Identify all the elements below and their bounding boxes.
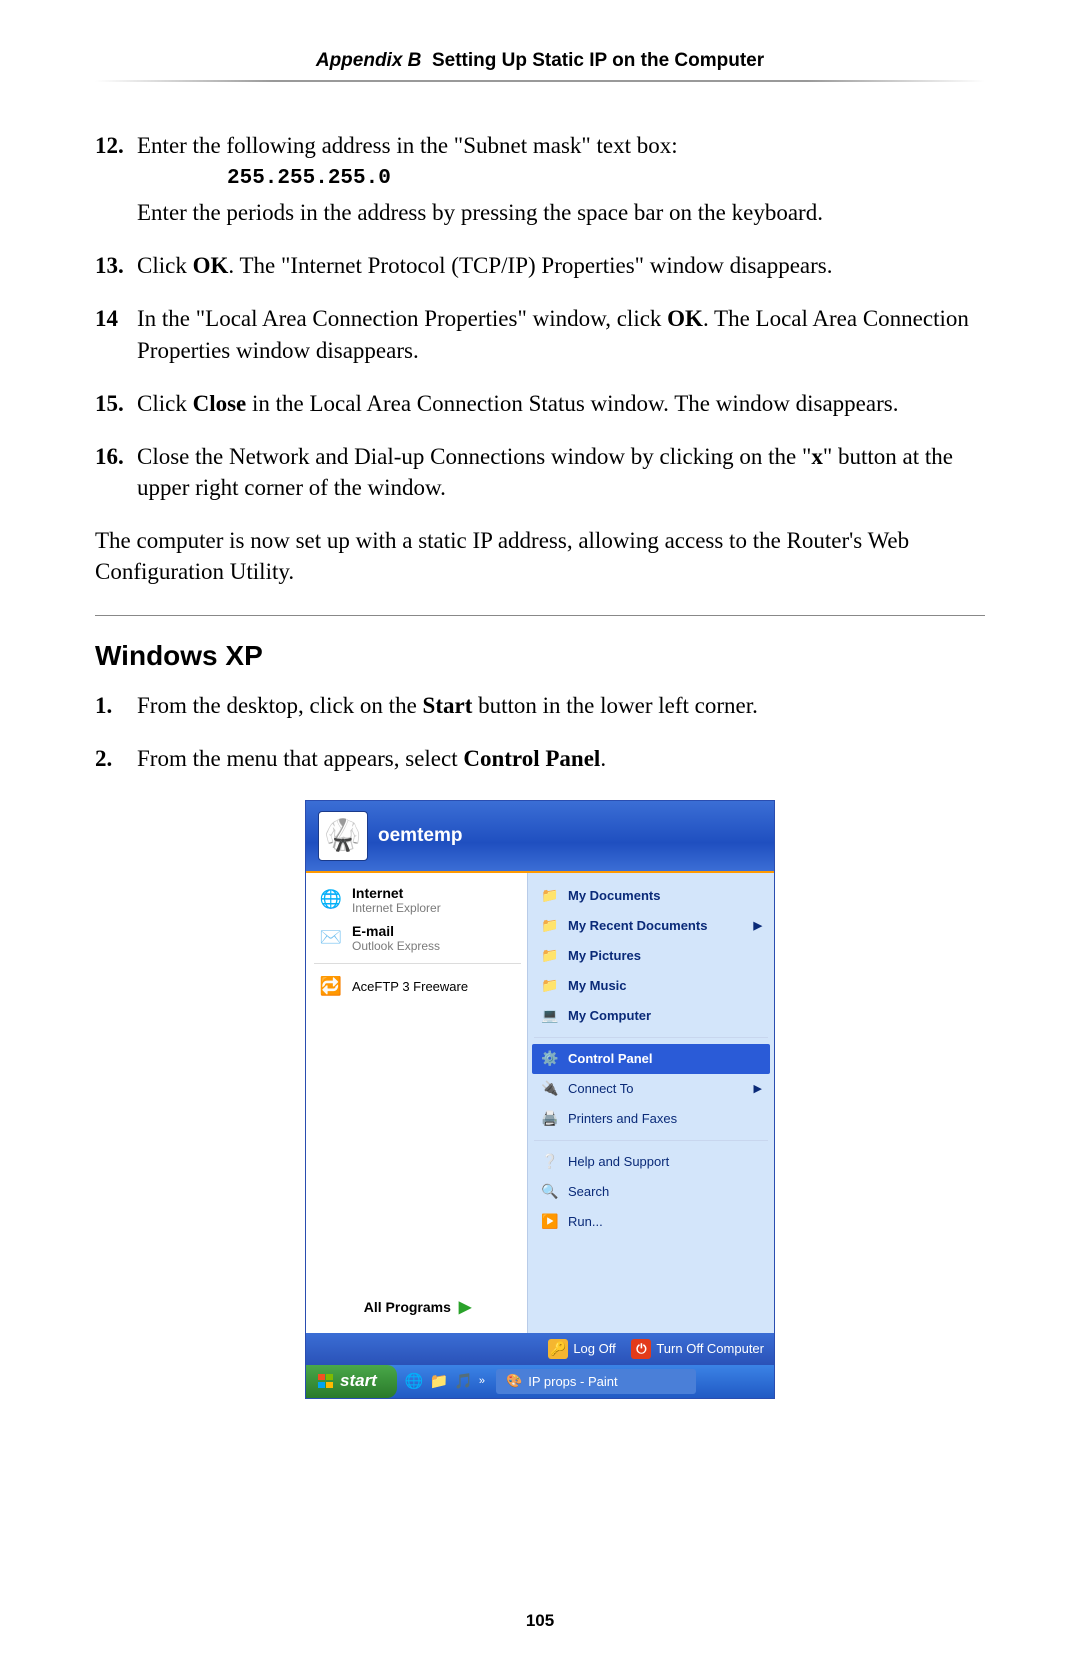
triangle-right-icon: ▶: [459, 1297, 471, 1317]
my-documents-item[interactable]: 📁My Documents: [532, 881, 770, 911]
run-item[interactable]: ▶️Run...: [532, 1207, 770, 1237]
taskbar: start 🌐 📁 🎵 » 🎨 IP props - Paint: [306, 1365, 774, 1398]
printers-item[interactable]: 🖨️Printers and Faxes: [532, 1104, 770, 1134]
step-number: 15.: [95, 388, 137, 419]
ie-icon: 🌐: [318, 887, 344, 913]
windows-flag-icon: [318, 1374, 334, 1388]
step-number: 1.: [95, 690, 137, 721]
step-number: 12.: [95, 130, 137, 228]
start-menu-figure: 🥋 oemtemp 🌐 Internet Internet Explorer ✉…: [305, 800, 775, 1399]
my-pictures-item[interactable]: 📁My Pictures: [532, 941, 770, 971]
my-computer-item[interactable]: 💻My Computer: [532, 1001, 770, 1031]
step-body: Close the Network and Dial-up Connection…: [137, 441, 985, 503]
right-separator: [534, 1140, 768, 1141]
conclusion-text: The computer is now set up with a static…: [95, 525, 985, 587]
appendix-label: Appendix B: [316, 50, 422, 71]
ftp-icon: 🔁: [318, 974, 344, 1000]
folder-icon: 📁: [540, 976, 560, 996]
username-label: oemtemp: [378, 825, 462, 847]
start-menu-banner: 🥋 oemtemp: [306, 801, 774, 873]
start-menu-bottom: 🔑Log Off ⏻Turn Off Computer: [306, 1333, 774, 1365]
logoff-icon: 🔑: [548, 1339, 568, 1359]
control-panel-item[interactable]: ⚙️Control Panel: [532, 1044, 770, 1074]
chevron-right-icon: ▶: [754, 1082, 762, 1095]
help-icon: ❔: [540, 1152, 560, 1172]
step-number: 13.: [95, 250, 137, 281]
my-music-item[interactable]: 📁My Music: [532, 971, 770, 1001]
all-programs-item[interactable]: All Programs ▶: [312, 1287, 523, 1329]
page-number: 105: [0, 1611, 1080, 1631]
page-header: Appendix B Setting Up Static IP on the C…: [95, 50, 985, 72]
header-title: Setting Up Static IP on the Computer: [432, 50, 764, 71]
chevron-right-icon: ▶: [754, 919, 762, 932]
my-recent-documents-item[interactable]: 📁My Recent Documents▶: [532, 911, 770, 941]
right-separator: [534, 1037, 768, 1038]
media-icon[interactable]: 🎵: [454, 1372, 473, 1390]
run-icon: ▶️: [540, 1212, 560, 1232]
step-body: In the "Local Area Connection Properties…: [137, 303, 985, 365]
step-number: 2.: [95, 743, 137, 774]
header-rule: [95, 80, 985, 82]
logoff-button[interactable]: 🔑Log Off: [548, 1339, 615, 1359]
steps-list-a: 12. Enter the following address in the "…: [95, 130, 985, 503]
left-separator: [314, 963, 521, 964]
step-number: 14: [95, 303, 137, 365]
help-item[interactable]: ❔Help and Support: [532, 1147, 770, 1177]
connect-to-item[interactable]: 🔌Connect To▶: [532, 1074, 770, 1104]
folder-icon[interactable]: 📁: [430, 1372, 449, 1390]
paint-icon: 🎨: [506, 1373, 522, 1389]
step-body: From the menu that appears, select Contr…: [137, 743, 985, 774]
folder-icon: 📁: [540, 946, 560, 966]
ie-icon[interactable]: 🌐: [405, 1372, 424, 1390]
steps-list-b: 1. From the desktop, click on the Start …: [95, 690, 985, 774]
start-menu-right-pane: 📁My Documents 📁My Recent Documents▶ 📁My …: [528, 873, 774, 1333]
taskbar-task-paint[interactable]: 🎨 IP props - Paint: [496, 1369, 696, 1394]
folder-icon: 📁: [540, 886, 560, 906]
search-icon: 🔍: [540, 1182, 560, 1202]
outlook-icon: ✉️: [318, 925, 344, 951]
user-avatar-icon: 🥋: [318, 811, 368, 861]
folder-icon: 📁: [540, 916, 560, 936]
aceftp-item[interactable]: 🔁 AceFTP 3 Freeware: [312, 970, 523, 1004]
search-item[interactable]: 🔍Search: [532, 1177, 770, 1207]
step-body: Enter the following address in the "Subn…: [137, 130, 985, 228]
power-icon: ⏻: [631, 1339, 651, 1359]
step-number: 16.: [95, 441, 137, 503]
quick-launch: 🌐 📁 🎵 »: [397, 1365, 493, 1398]
computer-icon: 💻: [540, 1006, 560, 1026]
subnet-mask-code: 255.255.255.0: [227, 165, 985, 193]
internet-item[interactable]: 🌐 Internet Internet Explorer: [312, 881, 523, 919]
start-menu-left-pane: 🌐 Internet Internet Explorer ✉️ E-mail O…: [306, 873, 528, 1333]
step-body: Click Close in the Local Area Connection…: [137, 388, 985, 419]
email-item[interactable]: ✉️ E-mail Outlook Express: [312, 919, 523, 957]
network-icon: 🔌: [540, 1079, 560, 1099]
shutdown-button[interactable]: ⏻Turn Off Computer: [631, 1339, 764, 1359]
control-panel-icon: ⚙️: [540, 1049, 560, 1069]
start-button[interactable]: start: [306, 1365, 397, 1398]
step-body: From the desktop, click on the Start but…: [137, 690, 985, 721]
section-divider: [95, 615, 985, 616]
chevron-right-icon[interactable]: »: [479, 1375, 485, 1387]
printer-icon: 🖨️: [540, 1109, 560, 1129]
step-body: Click OK. The "Internet Protocol (TCP/IP…: [137, 250, 985, 281]
section-heading: Windows XP: [95, 640, 985, 672]
